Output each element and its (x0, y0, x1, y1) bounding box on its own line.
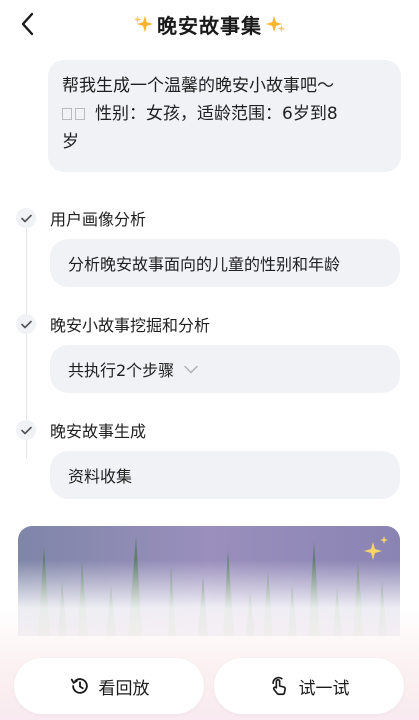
chevron-down-icon[interactable] (184, 365, 198, 374)
header: 晚安故事集 (0, 0, 419, 48)
step-detail-card[interactable]: 分析晚安故事面向的儿童的性别和年龄 (50, 239, 400, 287)
check-icon (16, 208, 36, 228)
try-button[interactable]: 试一试 (214, 658, 404, 714)
check-icon (16, 420, 36, 440)
step-detail-text: 资料收集 (68, 467, 133, 486)
try-label: 试一试 (298, 678, 350, 699)
emoji-placeholder-icon (62, 108, 87, 120)
step-detail-text: 共执行2个步骤 (68, 361, 175, 380)
replay-button[interactable]: 看回放 (14, 658, 204, 714)
step-detail-card[interactable]: 资料收集 (50, 451, 400, 499)
step-detail-text: 分析晚安故事面向的儿童的性别和年龄 (68, 255, 341, 274)
step-title: 用户画像分析 (50, 210, 147, 229)
check-icon (16, 314, 36, 334)
step-title: 晚安小故事挖掘和分析 (50, 316, 211, 335)
step-title: 晚安故事生成 (50, 422, 147, 441)
user-message-line-2: 性别：女孩，适龄范围：6岁到8 (95, 104, 338, 124)
history-icon (70, 678, 88, 694)
sparkle-icon (265, 15, 286, 33)
tap-icon (271, 676, 286, 696)
sparkle-icon (133, 15, 154, 33)
step-story-generation: 晚安故事生成 (16, 418, 146, 442)
user-message-bubble: 帮我生成一个温馨的晚安小故事吧～ 性别：女孩，适龄范围：6岁到8 岁 (48, 60, 401, 172)
title-group: 晚安故事集 (133, 10, 286, 39)
page-title: 晚安故事集 (157, 13, 262, 38)
back-button[interactable] (14, 10, 42, 38)
user-message-line-3: 岁 (62, 132, 79, 152)
step-story-mining: 晚安小故事挖掘和分析 (16, 312, 210, 336)
user-message-line-1: 帮我生成一个温馨的晚安小故事吧～ (62, 76, 334, 96)
step-user-profile: 用户画像分析 (16, 206, 146, 230)
chevron-left-icon (21, 12, 34, 36)
replay-label: 看回放 (98, 678, 150, 699)
steps-expand-card[interactable]: 共执行2个步骤 (50, 345, 400, 393)
